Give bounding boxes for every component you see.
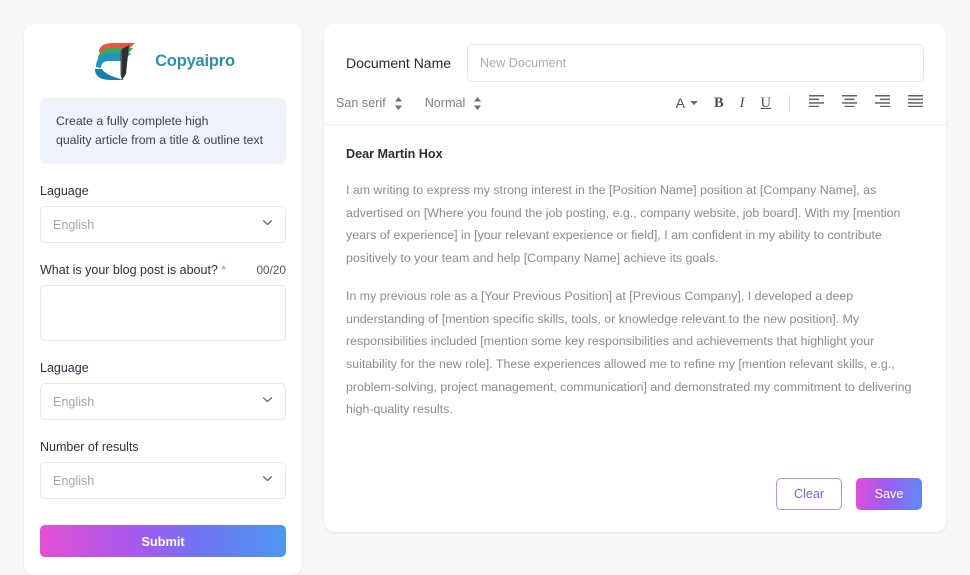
document-body[interactable]: Dear Martin Hox I am writing to express … bbox=[324, 125, 946, 478]
stacked-book-pen-logo-icon bbox=[91, 40, 149, 82]
field-label-row: Laguage bbox=[40, 184, 286, 198]
number-of-results-label: Number of results bbox=[40, 440, 139, 454]
field-language-1: Laguage English bbox=[24, 184, 302, 243]
brand-logo[interactable]: Copyaipro bbox=[24, 24, 302, 90]
document-header: Document Name bbox=[324, 24, 946, 82]
brand-name: Copyaipro bbox=[155, 52, 235, 71]
field-language-2: Laguage English bbox=[24, 361, 302, 420]
document-footer: Clear Save bbox=[324, 478, 946, 532]
text-color-button[interactable]: A bbox=[676, 95, 698, 111]
field-label-row: Laguage bbox=[40, 361, 286, 375]
toolbar-divider bbox=[789, 95, 790, 112]
document-greeting: Dear Martin Hox bbox=[346, 147, 918, 161]
save-button[interactable]: Save bbox=[856, 478, 922, 510]
description-line-1: Create a fully complete high bbox=[56, 112, 270, 131]
language-1-select[interactable]: English bbox=[40, 206, 286, 243]
language-2-select[interactable]: English bbox=[40, 383, 286, 420]
editor-toolbar: San serif Normal bbox=[324, 82, 946, 125]
language-1-label: Laguage bbox=[40, 184, 89, 198]
stepper-updown-icon bbox=[473, 96, 482, 111]
field-blog-topic: What is your blog post is about? * 00/20 bbox=[24, 263, 302, 341]
clear-button[interactable]: Clear bbox=[776, 478, 842, 510]
align-justify-button[interactable] bbox=[907, 94, 924, 112]
editor-panel: Document Name San serif Normal bbox=[324, 24, 946, 532]
character-counter: 00/20 bbox=[256, 263, 286, 277]
align-left-button[interactable] bbox=[808, 94, 825, 112]
font-size-label: Normal bbox=[425, 96, 466, 110]
number-of-results-select-wrap: English bbox=[40, 462, 286, 499]
sidebar-panel: Copyaipro Create a fully complete high q… bbox=[24, 24, 302, 575]
text-color-letter: A bbox=[676, 95, 685, 111]
stepper-updown-icon bbox=[394, 96, 403, 111]
field-label-row: Number of results bbox=[40, 440, 286, 454]
align-right-button[interactable] bbox=[874, 94, 891, 112]
align-left-icon bbox=[808, 94, 825, 112]
field-number-of-results: Number of results English bbox=[24, 440, 302, 499]
align-center-button[interactable] bbox=[841, 94, 858, 112]
chevron-down-icon bbox=[690, 101, 698, 105]
align-justify-icon bbox=[907, 94, 924, 112]
font-family-label: San serif bbox=[336, 96, 386, 110]
italic-button[interactable]: I bbox=[740, 95, 745, 112]
align-right-icon bbox=[874, 94, 891, 112]
bold-letter: B bbox=[714, 95, 724, 112]
language-1-select-wrap: English bbox=[40, 206, 286, 243]
bold-button[interactable]: B bbox=[714, 95, 724, 112]
italic-letter: I bbox=[740, 95, 745, 112]
font-family-select[interactable]: San serif bbox=[336, 96, 403, 111]
font-size-select[interactable]: Normal bbox=[425, 96, 483, 111]
blog-topic-textarea[interactable] bbox=[40, 285, 286, 341]
toolbar-left-group: San serif Normal bbox=[336, 96, 482, 111]
description-box: Create a fully complete high quality art… bbox=[40, 98, 286, 164]
required-asterisk: * bbox=[221, 263, 226, 277]
description-line-2: quality article from a title & outline t… bbox=[56, 131, 270, 150]
toolbar-right-group: A B I U bbox=[676, 94, 924, 112]
submit-button[interactable]: Submit bbox=[40, 525, 286, 557]
field-label-row: What is your blog post is about? * 00/20 bbox=[40, 263, 286, 277]
underline-letter: U bbox=[761, 95, 771, 112]
language-2-label: Laguage bbox=[40, 361, 89, 375]
align-center-icon bbox=[841, 94, 858, 112]
language-2-select-wrap: English bbox=[40, 383, 286, 420]
underline-button[interactable]: U bbox=[761, 95, 771, 112]
blog-topic-label: What is your blog post is about? * bbox=[40, 263, 226, 277]
app-root: Copyaipro Create a fully complete high q… bbox=[0, 0, 970, 571]
document-name-label: Document Name bbox=[346, 55, 451, 71]
document-paragraph-1: I am writing to express my strong intere… bbox=[346, 179, 918, 269]
document-paragraph-2: In my previous role as a [Your Previous … bbox=[346, 285, 918, 420]
document-name-input[interactable] bbox=[467, 44, 924, 82]
number-of-results-select[interactable]: English bbox=[40, 462, 286, 499]
